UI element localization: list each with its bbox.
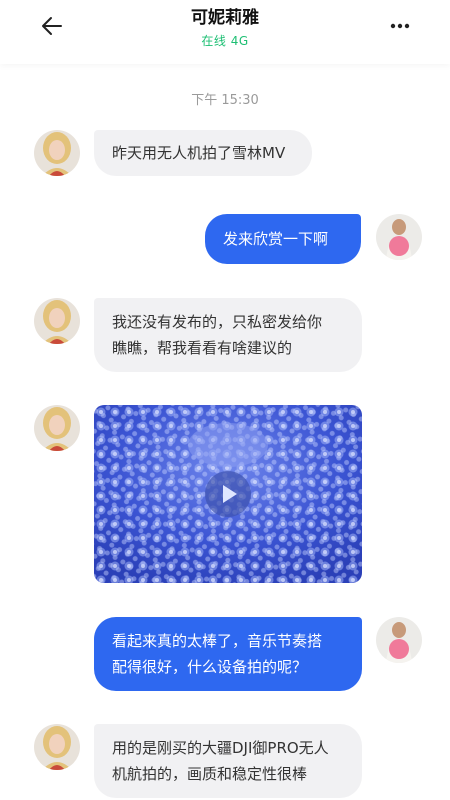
online-status: 在线 4G — [201, 34, 249, 48]
message-line: 瞧瞧，帮我看看有啥建议的 — [112, 339, 293, 357]
message-line: 机航拍的，画质和稳定性很棒 — [112, 765, 308, 783]
message-bubble-incoming[interactable]: 我还没有发布的，只私密发给你 瞧瞧，帮我看看有啥建议的 — [94, 298, 362, 372]
contact-name: 可妮莉雅 — [191, 8, 259, 28]
message-text: 昨天用无人机拍了雪林MV — [112, 144, 286, 162]
contact-avatar[interactable] — [34, 405, 80, 451]
message-text: 发来欣赏一下啊 — [223, 230, 329, 248]
message-bubble-incoming[interactable]: 用的是刚买的大疆DJI御PRO无人 机航拍的，画质和稳定性很棒 — [94, 724, 362, 798]
user-avatar[interactable] — [376, 214, 422, 260]
contact-avatar[interactable] — [34, 130, 80, 176]
message-line: 用的是刚买的大疆DJI御PRO无人 — [112, 739, 329, 757]
message-bubble-incoming[interactable]: 昨天用无人机拍了雪林MV — [94, 130, 312, 176]
contact-avatar[interactable] — [34, 724, 80, 770]
contact-avatar[interactable] — [34, 298, 80, 344]
message-line: 我还没有发布的，只私密发给你 — [112, 313, 323, 331]
video-message[interactable] — [94, 405, 362, 583]
message-timestamp: 下午 15:30 — [191, 93, 259, 108]
more-options-button[interactable] — [386, 14, 414, 38]
message-bubble-outgoing[interactable]: 发来欣赏一下啊 — [205, 214, 361, 264]
message-line: 看起来真的太棒了，音乐节奏搭 — [112, 632, 323, 650]
message-bubble-outgoing[interactable]: 看起来真的太棒了，音乐节奏搭 配得很好，什么设备拍的呢？ — [94, 617, 362, 691]
chat-header: 可妮莉雅 在线 4G — [0, 0, 450, 64]
play-icon[interactable] — [205, 471, 251, 517]
ellipsis-icon — [390, 23, 410, 29]
message-line: 配得很好，什么设备拍的呢？ — [112, 658, 308, 676]
user-avatar[interactable] — [376, 617, 422, 663]
